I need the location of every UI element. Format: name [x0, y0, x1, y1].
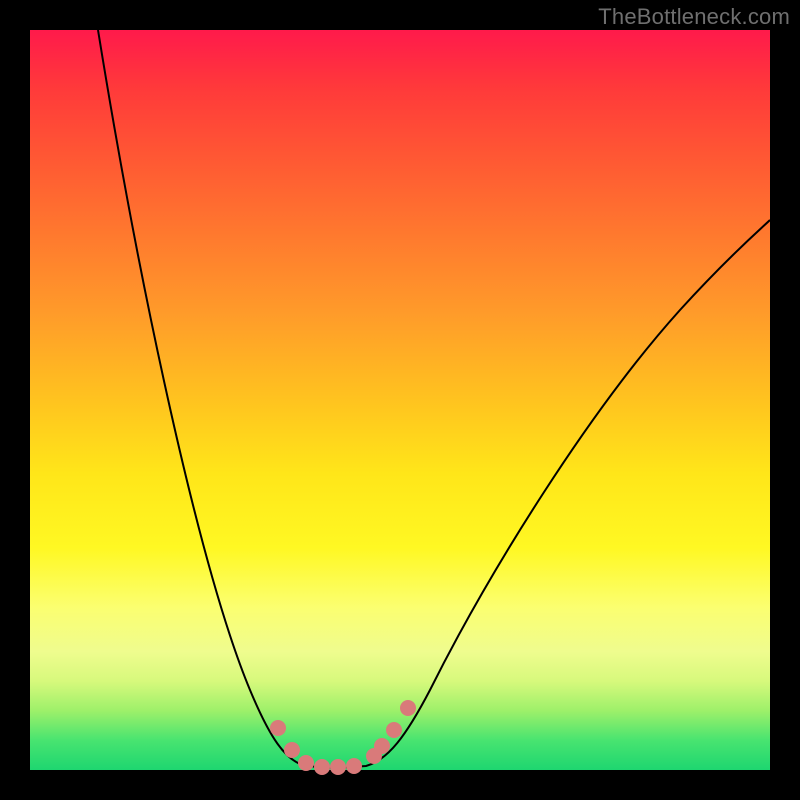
marker-dot	[386, 722, 402, 738]
curve-left-branch	[98, 30, 336, 768]
marker-dot	[400, 700, 416, 716]
marker-dot	[314, 759, 330, 775]
marker-dot	[330, 759, 346, 775]
marker-dot	[346, 758, 362, 774]
marker-dot	[284, 742, 300, 758]
curve-right-branch	[336, 220, 770, 768]
plot-svg	[30, 30, 770, 770]
watermark-text: TheBottleneck.com	[598, 4, 790, 30]
chart-stage: TheBottleneck.com	[0, 0, 800, 800]
marker-dot	[374, 738, 390, 754]
marker-dot	[270, 720, 286, 736]
plot-area	[30, 30, 770, 770]
marker-dot	[298, 755, 314, 771]
